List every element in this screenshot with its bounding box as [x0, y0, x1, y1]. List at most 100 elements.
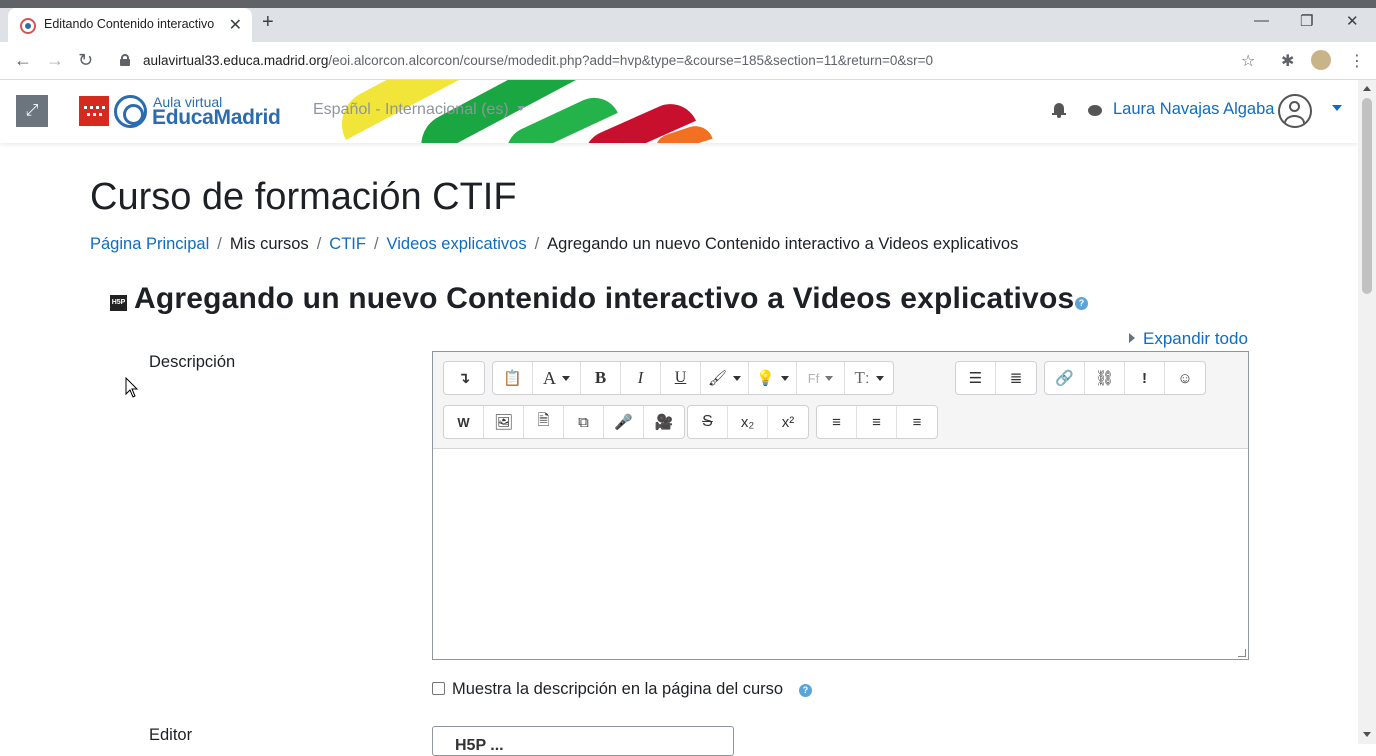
- breadcrumb-section[interactable]: Videos explicativos: [387, 235, 527, 253]
- font-color-icon[interactable]: A: [533, 362, 581, 394]
- breadcrumb-separator: /: [316, 235, 322, 253]
- toolbar-group-style: 📋 A B I U 🖌 💡 Ff Tː: [492, 361, 894, 395]
- user-avatar-icon[interactable]: [1278, 94, 1312, 128]
- lock-icon[interactable]: [120, 54, 130, 66]
- page-heading: Agregando un nuevo Contenido interactivo…: [134, 282, 1075, 315]
- editor-select-value: H5P ...: [455, 737, 504, 754]
- word-import-icon[interactable]: W: [444, 406, 484, 438]
- media-icon[interactable]: 🗎: [524, 406, 564, 438]
- emoji-icon[interactable]: ☺: [1165, 362, 1205, 394]
- strikethrough-icon[interactable]: S: [688, 406, 728, 438]
- description-editor: ↴ 📋 A B I U 🖌 💡 Ff Tː ☰ ≣ 🔗 ⛓ ! ☺ W 🖼 🗎: [432, 351, 1249, 660]
- language-selector[interactable]: Español - Internacional (es): [313, 101, 526, 119]
- collapse-icon[interactable]: ↴: [444, 362, 484, 394]
- heading-help-icon[interactable]: ?: [1075, 297, 1088, 310]
- brush-icon[interactable]: 🖌: [701, 362, 749, 394]
- expand-all-link[interactable]: Expandir todo: [1129, 329, 1248, 349]
- italic-icon[interactable]: I: [621, 362, 661, 394]
- subscript-icon[interactable]: x₂: [728, 406, 768, 438]
- unlink-icon[interactable]: ⛓: [1085, 362, 1125, 394]
- breadcrumb-course[interactable]: CTIF: [329, 235, 366, 253]
- comunidad-madrid-flag-icon: [79, 96, 109, 126]
- h5p-activity-icon: H5P: [110, 295, 127, 311]
- minimize-icon[interactable]: —: [1254, 12, 1269, 29]
- site-favicon-icon: [20, 18, 36, 34]
- close-window-icon[interactable]: ✕: [1346, 12, 1359, 30]
- font-family-icon[interactable]: Ff: [797, 362, 845, 394]
- underline-icon[interactable]: U: [661, 362, 701, 394]
- toolbar-group-collapse: ↴: [443, 361, 485, 395]
- address-bar: ← → ↻ aulavirtual33.educa.madrid.org/eoi…: [0, 42, 1376, 80]
- bold-icon[interactable]: B: [581, 362, 621, 394]
- expand-triangle-icon: [1129, 333, 1135, 343]
- messages-icon[interactable]: [1088, 105, 1102, 116]
- unordered-list-icon[interactable]: ☰: [956, 362, 996, 394]
- extensions-icon[interactable]: ✱: [1281, 51, 1294, 71]
- browser-menu-icon[interactable]: ⋮: [1349, 51, 1365, 71]
- breadcrumb-separator: /: [534, 235, 540, 253]
- idea-icon[interactable]: 💡: [749, 362, 797, 394]
- url-host: aulavirtual33.educa.madrid.org: [143, 53, 329, 68]
- description-label: Descripción: [149, 353, 236, 371]
- user-name[interactable]: Laura Navajas Algaba: [1113, 100, 1274, 119]
- back-icon[interactable]: ←: [14, 50, 32, 70]
- notifications-bell-icon[interactable]: [1052, 102, 1066, 118]
- new-tab-button[interactable]: +: [262, 12, 274, 32]
- font-size-icon[interactable]: Tː: [845, 362, 893, 394]
- breadcrumb-separator: /: [373, 235, 379, 253]
- language-selector-label: Español - Internacional (es): [313, 101, 509, 118]
- user-menu-chevron-icon[interactable]: [1332, 105, 1342, 111]
- url-path: /eoi.alcorcon.alcorcon/course/modedit.ph…: [328, 53, 934, 68]
- align-right-icon[interactable]: ≡: [897, 406, 937, 438]
- superscript-icon[interactable]: x²: [768, 406, 808, 438]
- logo-educamadrid[interactable]: EducaMadrid: [152, 106, 281, 130]
- image-icon[interactable]: 🖼: [484, 406, 524, 438]
- exclamation-icon[interactable]: !: [1125, 362, 1165, 394]
- breadcrumb-my-courses: Mis cursos: [229, 235, 309, 253]
- expand-all-label: Expandir todo: [1143, 329, 1248, 348]
- resize-handle-icon[interactable]: [1238, 649, 1246, 657]
- h5p-editor-select[interactable]: H5P ...: [432, 726, 734, 756]
- manage-files-icon[interactable]: ⧉: [564, 406, 604, 438]
- editor-toolbar: ↴ 📋 A B I U 🖌 💡 Ff Tː ☰ ≣ 🔗 ⛓ ! ☺ W 🖼 🗎: [433, 352, 1248, 449]
- show-description-help-icon[interactable]: ?: [799, 684, 812, 697]
- record-video-icon[interactable]: 🎥: [644, 406, 684, 438]
- browser-tab[interactable]: Editando Contenido interactivo ✕: [8, 8, 252, 42]
- ordered-list-icon[interactable]: ≣: [996, 362, 1036, 394]
- paste-icon[interactable]: 📋: [493, 362, 533, 394]
- record-audio-icon[interactable]: 🎤: [604, 406, 644, 438]
- tab-title: Editando Contenido interactivo: [44, 17, 215, 31]
- page-scrollbar[interactable]: [1358, 80, 1376, 744]
- site-navbar: ⤢ Aula virtual EducaMadrid Español - Int…: [0, 80, 1358, 143]
- breadcrumb-home[interactable]: Página Principal: [90, 235, 209, 253]
- mouse-cursor-icon: [125, 377, 139, 398]
- scroll-down-icon[interactable]: [1363, 732, 1371, 737]
- educamadrid-logo-icon[interactable]: [114, 95, 147, 128]
- bookmark-star-icon[interactable]: ☆: [1241, 51, 1255, 71]
- editor-label: Editor: [149, 726, 193, 744]
- toolbar-group-script: S x₂ x²: [687, 405, 809, 439]
- scroll-thumb[interactable]: [1362, 98, 1372, 294]
- show-description-checkbox[interactable]: [432, 682, 445, 695]
- fullscreen-toggle-button[interactable]: ⤢: [16, 95, 48, 127]
- scroll-up-icon[interactable]: [1363, 86, 1371, 91]
- toolbar-group-lists: ☰ ≣: [955, 361, 1037, 395]
- align-left-icon[interactable]: ≡: [817, 406, 857, 438]
- breadcrumb-separator: /: [217, 235, 222, 253]
- restore-icon[interactable]: ❐: [1300, 12, 1313, 30]
- description-text-area[interactable]: [433, 449, 1248, 659]
- close-tab-icon[interactable]: ✕: [229, 15, 242, 35]
- profile-avatar-icon[interactable]: [1311, 50, 1331, 70]
- breadcrumb-current: Agregando un nuevo Contenido interactivo…: [547, 235, 1019, 253]
- toolbar-group-align: ≡ ≡ ≡: [816, 405, 938, 439]
- show-description-label[interactable]: Muestra la descripción en la página del …: [452, 680, 783, 698]
- course-title: Curso de formación CTIF: [90, 176, 517, 218]
- align-center-icon[interactable]: ≡: [857, 406, 897, 438]
- breadcrumb: Página Principal / Mis cursos / CTIF / Videos …: [90, 235, 1018, 254]
- forward-icon[interactable]: →: [46, 50, 64, 70]
- reload-icon[interactable]: ↻: [78, 50, 93, 70]
- show-description-option: Muestra la descripción en la página del …: [432, 680, 783, 699]
- browser-titlebar: Editando Contenido interactivo ✕ + — ❐ ✕: [0, 0, 1376, 42]
- url-field[interactable]: aulavirtual33.educa.madrid.org/eoi.alcor…: [143, 53, 933, 68]
- link-icon[interactable]: 🔗: [1045, 362, 1085, 394]
